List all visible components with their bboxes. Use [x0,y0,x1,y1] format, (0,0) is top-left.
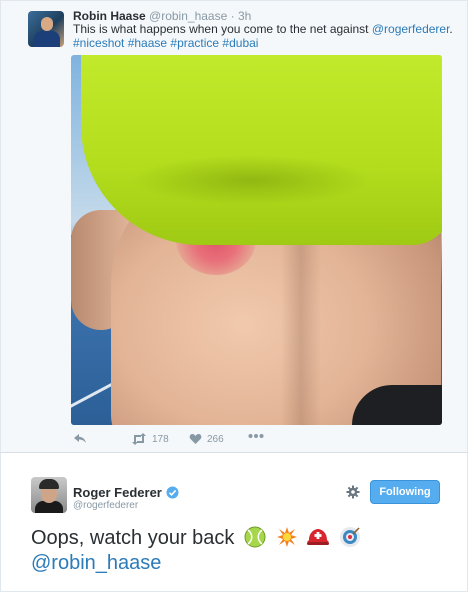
retweet-count: 178 [152,433,169,445]
tweet-roger-federer: Roger Federer @rogerfederer Following Oo… [0,452,468,592]
author-handle[interactable]: @rogerfederer [73,500,138,511]
tweet-text-main: This is what happens when you come to th… [73,22,372,36]
more-icon[interactable] [248,433,264,439]
tennis-ball-icon [244,526,266,548]
avatar[interactable] [28,11,64,47]
timestamp[interactable]: 3h [238,9,251,23]
mention-link[interactable]: @rogerfederer [372,22,450,36]
hashtags[interactable]: #niceshot #haase #practice #dubai [73,36,258,50]
like-count: 266 [207,433,224,445]
author-name[interactable]: Robin Haase [73,9,146,23]
reply-icon[interactable] [73,433,87,445]
like-button[interactable]: 266 [189,433,224,445]
tweet-header: Robin Haase @robin_haase · 3h [73,9,251,23]
collision-icon [276,527,297,547]
tweet-robin-haase: Robin Haase @robin_haase · 3h This is wh… [0,0,468,453]
author-handle[interactable]: @robin_haase [149,9,227,23]
author-name-row: Roger Federer [73,485,179,500]
tweet-text-end: . [449,22,453,36]
mention-link[interactable]: @robin_haase [31,552,161,575]
separator: · [230,9,235,23]
tweet-text: Oops, watch your back [31,525,361,551]
gear-icon[interactable] [346,485,360,499]
verified-badge-icon [166,486,179,499]
avatar[interactable] [31,477,67,513]
target-icon [339,527,360,547]
retweet-icon [132,433,146,445]
retweet-button[interactable]: 178 [131,433,169,445]
tweet-text: This is what happens when you come to th… [73,22,453,50]
tweet-photo[interactable] [71,55,442,425]
swiss-helmet-icon [307,529,330,545]
following-button[interactable]: Following [370,480,440,504]
tweet-text-main: Oops, watch your back [31,527,235,549]
author-name[interactable]: Roger Federer [73,485,162,500]
heart-icon [189,433,202,444]
